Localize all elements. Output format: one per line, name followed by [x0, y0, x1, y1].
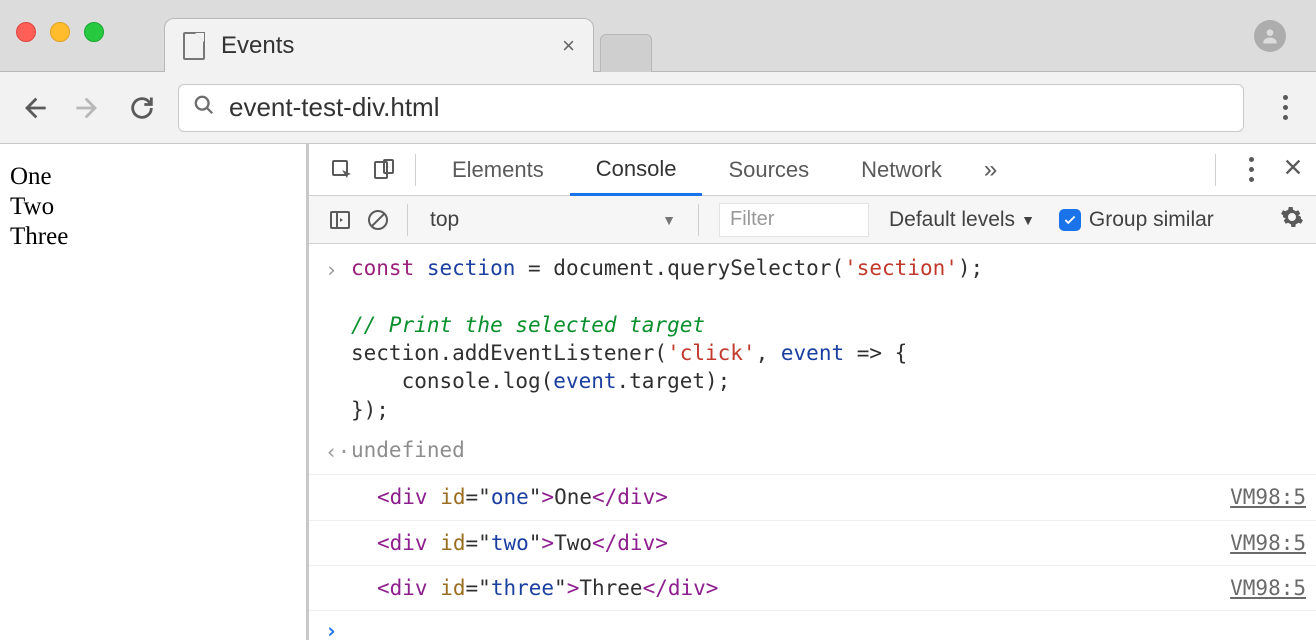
log-source-link[interactable]: VM98:5 — [1210, 483, 1306, 511]
clear-icon — [366, 208, 390, 232]
tab-title: Events — [221, 32, 294, 60]
browser-tab-strip: Events × — [0, 0, 1316, 72]
profile-avatar-button[interactable] — [1254, 20, 1286, 52]
maximize-window-button[interactable] — [84, 22, 104, 42]
page-viewport[interactable]: One Two Three — [0, 144, 306, 640]
console-input-entry: › const section = document.querySelector… — [309, 244, 1316, 428]
tab-elements[interactable]: Elements — [426, 144, 570, 196]
prompt-icon: › — [325, 615, 351, 640]
log-source-link[interactable]: VM98:5 — [1210, 574, 1306, 602]
console-output[interactable]: › const section = document.querySelector… — [309, 244, 1316, 640]
console-settings-button[interactable] — [1280, 205, 1304, 235]
device-toolbar-button[interactable] — [363, 158, 405, 182]
separator — [415, 154, 416, 186]
page-text-one[interactable]: One — [10, 162, 296, 192]
execution-context-select[interactable]: top ▼ — [418, 203, 688, 237]
log-element: <div id="two">Two</div> — [351, 529, 1210, 557]
check-icon — [1063, 213, 1077, 227]
person-icon — [1260, 26, 1280, 46]
return-icon: ‹· — [325, 436, 351, 466]
forward-button[interactable] — [70, 94, 106, 122]
tabs-overflow-button[interactable]: » — [968, 156, 1013, 184]
blank-gutter — [325, 483, 351, 511]
separator — [698, 204, 699, 236]
reload-icon — [128, 94, 156, 122]
log-element: <div id="one">One</div> — [351, 483, 1210, 511]
caret-down-icon: ▼ — [1021, 212, 1035, 228]
blank-gutter — [325, 574, 351, 602]
url-text: event-test-div.html — [229, 92, 439, 123]
console-prompt-row[interactable]: › — [309, 611, 1316, 640]
minimize-window-button[interactable] — [50, 22, 70, 42]
blank-gutter — [325, 529, 351, 557]
gear-icon — [1280, 205, 1304, 229]
inspect-element-button[interactable] — [321, 158, 363, 182]
console-input[interactable] — [351, 615, 1306, 640]
browser-menu-button[interactable] — [1270, 95, 1300, 120]
clear-console-button[interactable] — [359, 208, 397, 232]
separator — [1215, 154, 1216, 186]
sidebar-icon — [328, 208, 352, 232]
tab-sources[interactable]: Sources — [702, 144, 835, 196]
prompt-icon: › — [325, 254, 351, 424]
return-value: undefined — [351, 436, 1306, 466]
console-filter-input[interactable]: Filter — [719, 203, 869, 237]
separator — [407, 204, 408, 236]
inspect-icon — [330, 158, 354, 182]
new-tab-button[interactable] — [600, 34, 652, 72]
window-controls — [16, 22, 104, 42]
console-log-row[interactable]: <div id="three">Three</div>VM98:5 — [309, 566, 1316, 611]
caret-down-icon: ▼ — [662, 212, 676, 228]
log-levels-select[interactable]: Default levels ▼ — [879, 208, 1045, 232]
console-return-row: ‹· undefined — [309, 428, 1316, 475]
favicon-icon — [183, 32, 205, 60]
devtools-menu-button[interactable] — [1236, 157, 1266, 182]
close-icon — [1282, 156, 1304, 178]
devtools-tab-bar: Elements Console Sources Network » — [309, 144, 1316, 196]
console-log-row[interactable]: <div id="one">One</div>VM98:5 — [309, 475, 1316, 520]
browser-tab-active[interactable]: Events × — [164, 18, 594, 72]
close-window-button[interactable] — [16, 22, 36, 42]
devtools-close-button[interactable] — [1282, 156, 1304, 184]
log-element: <div id="three">Three</div> — [351, 574, 1210, 602]
browser-toolbar: event-test-div.html — [0, 72, 1316, 144]
console-code: const section = document.querySelector('… — [351, 254, 1306, 424]
search-icon — [193, 92, 215, 123]
group-similar-checkbox[interactable] — [1059, 209, 1081, 231]
page-text-three[interactable]: Three — [10, 222, 296, 252]
console-toolbar: top ▼ Filter Default levels ▼ Group simi… — [309, 196, 1316, 244]
arrow-left-icon — [20, 94, 48, 122]
address-bar[interactable]: event-test-div.html — [178, 84, 1244, 132]
log-source-link[interactable]: VM98:5 — [1210, 529, 1306, 557]
arrow-right-icon — [74, 94, 102, 122]
context-label: top — [430, 208, 459, 232]
tab-network[interactable]: Network — [835, 144, 968, 196]
devices-icon — [372, 158, 396, 182]
levels-label: Default levels — [889, 208, 1015, 232]
tab-close-icon[interactable]: × — [562, 33, 575, 59]
console-log-row[interactable]: <div id="two">Two</div>VM98:5 — [309, 521, 1316, 566]
back-button[interactable] — [16, 94, 52, 122]
page-text-two[interactable]: Two — [10, 192, 296, 222]
devtools-panel: Elements Console Sources Network » — [306, 144, 1316, 640]
group-similar-label: Group similar — [1089, 208, 1214, 232]
tab-console[interactable]: Console — [570, 144, 703, 196]
console-sidebar-toggle[interactable] — [321, 208, 359, 232]
reload-button[interactable] — [124, 94, 160, 122]
filter-placeholder: Filter — [730, 208, 774, 231]
